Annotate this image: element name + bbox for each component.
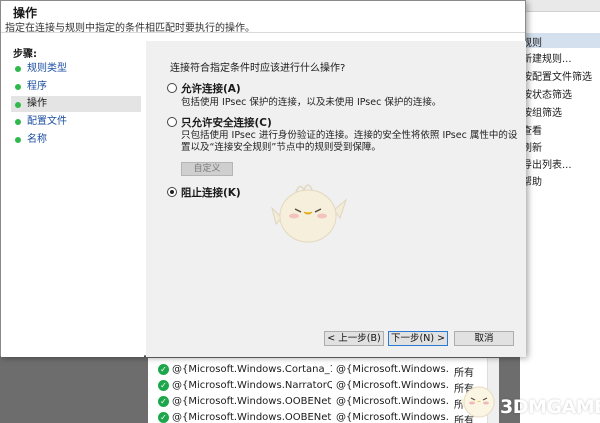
action-refresh[interactable]: 刷新: [520, 139, 600, 157]
back-button[interactable]: < 上一步(B): [324, 331, 384, 346]
table-row[interactable]: ✓ @{Microsoft.Windows.Cortana_1.12.3... …: [148, 362, 488, 378]
action-question: 连接符合指定条件时应该进行什么操作?: [170, 63, 346, 74]
actions-pane-topbar: [520, 0, 600, 12]
step-status-icon: [15, 66, 21, 72]
cancel-button[interactable]: 取消: [454, 331, 514, 346]
dialog-subtitle: 指定在连接与规则中指定的条件相匹配时要执行的操作。: [5, 23, 255, 34]
rule-name: @{Microsoft.Windows.OOBENetwork...: [172, 412, 332, 423]
action-filter-group[interactable]: 按组筛选: [520, 104, 600, 122]
logo-mascot-icon: [460, 386, 495, 418]
rules-list: ✓ @{Microsoft.Windows.Cortana_1.12.3... …: [148, 358, 488, 423]
action-new-rule[interactable]: 新建规则...: [520, 50, 600, 68]
rule-group: @{Microsoft.Windows.Na...: [336, 380, 448, 391]
wizard-dialog: 操作 指定在连接与规则中指定的条件相匹配时要执行的操作。 步骤: 规则类型 程序…: [0, 0, 526, 357]
steps-panel: 步骤: 规则类型 程序 操作 配置文件 名称: [1, 41, 144, 357]
action-view[interactable]: 查看: [520, 122, 600, 140]
steps-header: 步骤:: [13, 49, 37, 60]
allow-connection-desc: 包括使用 IPsec 保护的连接，以及未使用 IPsec 保护的连接。: [181, 97, 442, 108]
step-action-label: 操作: [27, 98, 47, 109]
step-status-icon: [15, 84, 21, 90]
actions-pane-title: 规则: [520, 33, 600, 49]
mascot-watermark-icon: [271, 184, 348, 243]
rule-name: @{Microsoft.Windows.OOBENetwork...: [172, 396, 332, 407]
table-row[interactable]: ✓ @{Microsoft.Windows.OOBENetwork... @{M…: [148, 410, 488, 423]
step-program[interactable]: 程序: [27, 79, 143, 95]
rule-name: @{Microsoft.Windows.Cortana_1.12.3...: [172, 364, 332, 375]
dialog-header: 操作 指定在连接与规则中指定的条件相匹配时要执行的操作。: [1, 1, 525, 34]
step-status-icon: [15, 137, 21, 143]
rule-name: @{Microsoft.Windows.NarratorQuick...: [172, 380, 332, 391]
action-filter-state[interactable]: 按状态筛选: [520, 86, 600, 104]
rule-profile: 所有: [454, 368, 474, 378]
block-connection-label[interactable]: 阻止连接(K): [181, 185, 241, 200]
action-label: 按状态筛选: [522, 90, 572, 101]
table-row[interactable]: ✓ @{Microsoft.Windows.NarratorQuick... @…: [148, 378, 488, 394]
next-button[interactable]: 下一步(N) >: [388, 331, 448, 346]
action-help[interactable]: 帮助: [520, 173, 600, 191]
step-name[interactable]: 名称: [27, 132, 143, 148]
customize-button: 自定义: [181, 162, 233, 176]
allow-secure-desc-line1: 只包括使用 IPsec 进行身份验证的连接。连接的安全性将依照 IPsec 属性…: [181, 130, 518, 141]
step-action[interactable]: 操作: [11, 96, 141, 112]
step-status-icon: [15, 102, 21, 108]
allow-connection-radio[interactable]: [167, 83, 177, 93]
allow-secure-radio[interactable]: [167, 117, 177, 127]
step-profile[interactable]: 配置文件: [27, 114, 143, 130]
watermark-logo-text: 3DMGAME: [500, 396, 600, 418]
rule-group: @{Microsoft.Windows.Co...: [336, 364, 448, 375]
allow-connection-label[interactable]: 允许连接(A): [181, 81, 241, 96]
action-label: 按配置文件筛选: [522, 72, 592, 83]
block-connection-radio[interactable]: [167, 187, 177, 197]
enabled-check-icon: ✓: [158, 396, 169, 407]
action-export-list[interactable]: 导出列表...: [520, 156, 600, 174]
step-rule-type[interactable]: 规则类型: [27, 61, 143, 77]
table-row[interactable]: ✓ @{Microsoft.Windows.OOBENetwork... @{M…: [148, 394, 488, 410]
step-status-icon: [15, 119, 21, 125]
action-label: 导出列表...: [522, 160, 572, 171]
action-label: 按组筛选: [522, 108, 562, 119]
enabled-check-icon: ✓: [158, 412, 169, 423]
rule-group: @{Microsoft.Windows.Oo...: [336, 412, 448, 423]
enabled-check-icon: ✓: [158, 364, 169, 375]
enabled-check-icon: ✓: [158, 380, 169, 391]
action-filter-profile[interactable]: 按配置文件筛选: [520, 68, 600, 86]
allow-secure-desc-line2: 置以及“连接安全规则”节点中的规则受到保障。: [181, 142, 381, 153]
rule-group: @{Microsoft.Windows.Oo...: [336, 396, 448, 407]
allow-secure-label[interactable]: 只允许安全连接(C): [181, 115, 272, 130]
action-label: 新建规则...: [522, 54, 572, 65]
